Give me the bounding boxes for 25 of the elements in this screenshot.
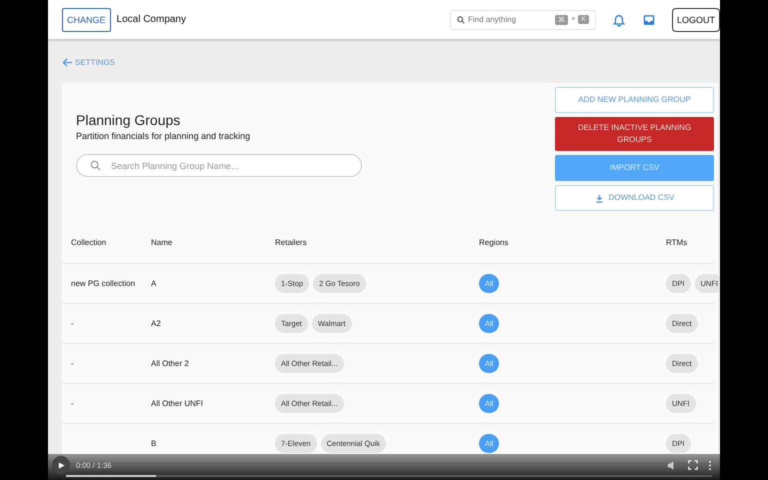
table-cell: A xyxy=(151,279,156,288)
table-cell: All Other 2 xyxy=(151,359,189,368)
column-header: RTMs xyxy=(666,238,688,246)
table-cell: B xyxy=(151,439,156,448)
planning-group-search-field[interactable]: Search Planning Group Name... xyxy=(76,154,362,177)
table-cell: A2 xyxy=(151,319,161,328)
column-header: Retailers xyxy=(275,238,307,246)
table-cell: new PG collection xyxy=(71,279,136,288)
action-button[interactable]: ADD NEW PLANNING GROUP xyxy=(555,87,714,113)
action-button[interactable]: DOWNLOAD CSV xyxy=(555,185,714,211)
column-header: Name xyxy=(151,238,172,246)
table-cell: - xyxy=(71,359,74,368)
action-button[interactable]: IMPORT CSV xyxy=(555,155,714,181)
table-cell: - xyxy=(71,319,74,328)
page-subtitle: Partition financials for planning and tracking xyxy=(76,131,252,141)
table-cell: All Other UNFI xyxy=(151,399,204,408)
change-button[interactable]: CHANGE xyxy=(62,8,111,32)
action-button[interactable]: DELETE INACTIVE PLANNING GROUPS xyxy=(555,117,714,151)
page-title: Planning Groups xyxy=(76,112,182,128)
table-cell: - xyxy=(71,399,74,408)
back-link[interactable]: SETTINGS xyxy=(62,57,116,68)
logout-button[interactable]: LOGOUT xyxy=(672,8,720,32)
column-header: Collection xyxy=(71,238,106,246)
column-header: Regions xyxy=(479,238,508,246)
company-name: Local Company xyxy=(116,14,186,25)
